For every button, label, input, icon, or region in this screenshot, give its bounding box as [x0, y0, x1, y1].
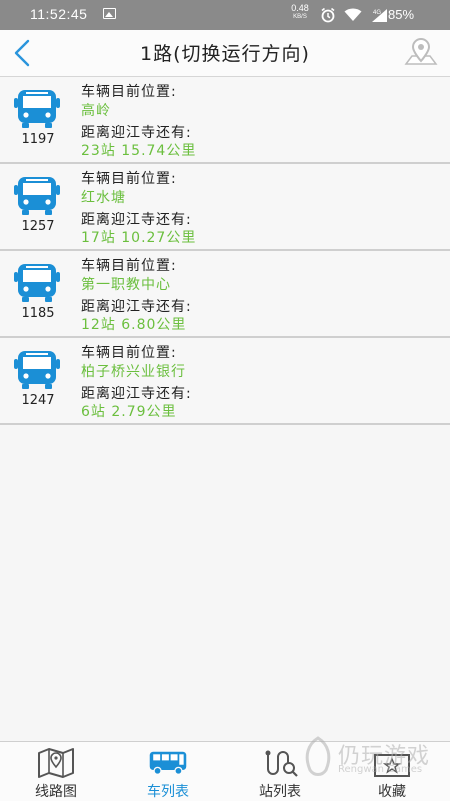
- status-time: 11:52:45: [30, 6, 88, 22]
- bus-list-item[interactable]: 1185 车辆目前位置: 第一职教中心 距离迎江寺还有: 12站 6.80公里: [0, 251, 450, 338]
- current-position: 红水塘: [81, 190, 126, 206]
- signal-icon: 4G: [372, 8, 387, 22]
- tab-label: 收藏: [378, 784, 406, 800]
- bus-icon: [149, 751, 187, 775]
- remaining-distance: 23站 15.74公里: [81, 143, 197, 159]
- tab-favorites[interactable]: 收藏: [336, 742, 448, 801]
- current-position: 高岭: [81, 103, 111, 119]
- remaining-label: 距离迎江寺还有:: [81, 212, 192, 228]
- map-icon: [38, 748, 74, 778]
- bus-icon: [14, 90, 60, 128]
- tab-stop-list[interactable]: 站列表: [224, 742, 336, 801]
- bus-icon: [14, 351, 60, 389]
- gallery-icon: [103, 8, 116, 19]
- position-label: 车辆目前位置:: [81, 258, 177, 274]
- net-speed: 0.48 KB/S: [288, 4, 312, 22]
- net-speed-value: 0.48: [291, 3, 309, 13]
- bus-list: 1197 车辆目前位置: 高岭 距离迎江寺还有: 23站 15.74公里 125…: [0, 77, 450, 425]
- map-pin-icon: [404, 38, 438, 65]
- tab-label: 站列表: [259, 784, 301, 800]
- battery-level: 85%: [388, 7, 415, 22]
- current-position: 第一职教中心: [81, 277, 171, 293]
- position-label: 车辆目前位置:: [81, 345, 177, 361]
- bus-list-item[interactable]: 1257 车辆目前位置: 红水塘 距离迎江寺还有: 17站 10.27公里: [0, 164, 450, 251]
- tab-label: 车列表: [147, 784, 189, 800]
- remaining-label: 距离迎江寺还有:: [81, 386, 192, 402]
- tab-route-map[interactable]: 线路图: [0, 742, 112, 801]
- bus-number: 1247: [21, 393, 55, 408]
- current-position: 柏子桥兴业银行: [81, 364, 186, 380]
- map-location-button[interactable]: [402, 34, 440, 72]
- tab-bus-list[interactable]: 车列表: [112, 742, 224, 801]
- position-label: 车辆目前位置:: [81, 84, 177, 100]
- position-label: 车辆目前位置:: [81, 171, 177, 187]
- bus-number: 1257: [21, 219, 55, 234]
- net-speed-unit: KB/S: [293, 14, 307, 20]
- bottom-nav: 线路图 车列表 站列表 收藏: [0, 741, 450, 801]
- bus-number: 1197: [21, 132, 55, 147]
- remaining-distance: 6站 2.79公里: [81, 404, 177, 420]
- status-bar: 11:52:45 0.48 KB/S 4G 85%: [0, 0, 450, 30]
- route-title-toggle-direction[interactable]: 1路(切换运行方向): [0, 39, 450, 66]
- bus-icon: [14, 177, 60, 215]
- bus-list-item[interactable]: 1197 车辆目前位置: 高岭 距离迎江寺还有: 23站 15.74公里: [0, 77, 450, 164]
- remaining-label: 距离迎江寺还有:: [81, 125, 192, 141]
- app-header: 1路(切换运行方向): [0, 30, 450, 77]
- remaining-distance: 17站 10.27公里: [81, 230, 197, 246]
- wifi-icon: [344, 8, 362, 21]
- tab-label: 线路图: [35, 784, 77, 800]
- remaining-label: 距离迎江寺还有:: [81, 299, 192, 315]
- remaining-distance: 12站 6.80公里: [81, 317, 187, 333]
- favorite-icon: [374, 754, 410, 777]
- alarm-icon: [321, 7, 335, 23]
- stop-list-icon: [265, 750, 298, 777]
- bus-icon: [14, 264, 60, 302]
- network-type: 4G: [373, 10, 381, 16]
- bus-number: 1185: [21, 306, 55, 321]
- bus-list-item[interactable]: 1247 车辆目前位置: 柏子桥兴业银行 距离迎江寺还有: 6站 2.79公里: [0, 338, 450, 425]
